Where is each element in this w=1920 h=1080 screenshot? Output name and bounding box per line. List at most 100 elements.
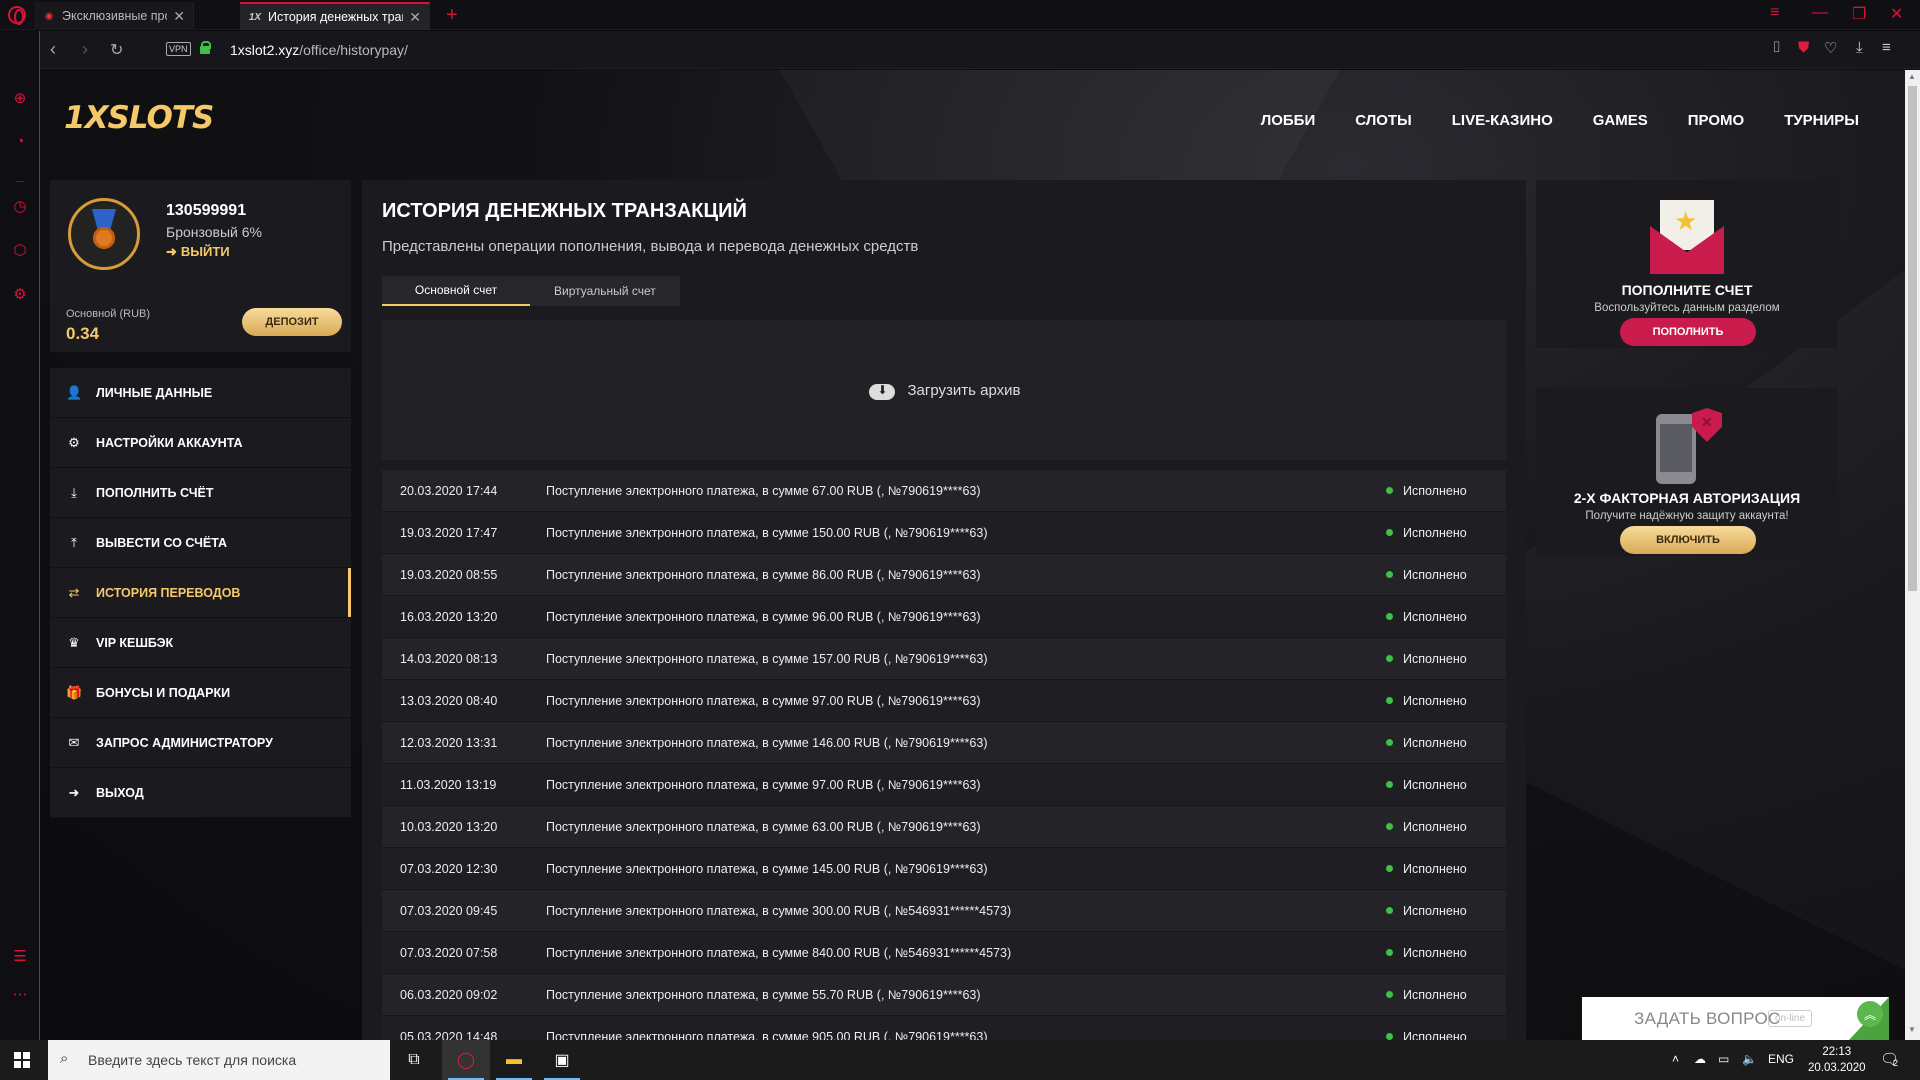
promo-2fa-text: Получите надёжную защиту аккаунта! [1585, 510, 1789, 522]
extensions-icon[interactable]: ⬡ [11, 241, 29, 259]
tx-status: Исполнено [1386, 946, 1506, 960]
tx-status: Исполнено [1386, 484, 1506, 498]
history-icon[interactable]: ◷ [11, 197, 29, 215]
tray-expand-icon[interactable]: ˄ [1672, 1052, 1679, 1066]
close-tab-icon[interactable]: ✕ [173, 8, 185, 25]
tx-description: Поступление электронного платежа, в сумм… [546, 483, 981, 498]
menu-item-account-settings[interactable]: ⚙ НАСТРОЙКИ АККАУНТА [50, 418, 351, 468]
menu-item-exit[interactable]: ➜ ВЫХОД [50, 768, 351, 818]
browser-tab-history[interactable]: 1X История денежных транз ✕ [240, 2, 430, 30]
menu-item-transfer-history[interactable]: ⇄ ИСТОРИЯ ПЕРЕВОДОВ [50, 568, 351, 618]
download-archive-area[interactable]: Загрузить архив [382, 320, 1506, 460]
tab-virtual-account[interactable]: Виртуальный счет [530, 276, 680, 306]
taskbar-search[interactable]: ⌕ Введите здесь текст для поиска [48, 1040, 390, 1080]
tx-description: Поступление электронного платежа, в сумм… [546, 735, 988, 750]
page-scrollbar[interactable]: ▲ ▼ [1905, 70, 1920, 1040]
nav-games[interactable]: GAMES [1593, 112, 1648, 129]
new-tab-icon[interactable]: + [446, 4, 458, 27]
nav-live-casino[interactable]: LIVE-КАЗИНО [1452, 112, 1553, 129]
file-explorer-icon[interactable]: ▬ [490, 1040, 538, 1080]
nav-slots[interactable]: СЛОТЫ [1355, 112, 1412, 129]
menu-item-label: ЗАПРОС АДМИНИСТРАТОРУ [96, 735, 273, 750]
site-header: 1XSLOTS ЛОББИ СЛОТЫ LIVE-КАЗИНО GAMES ПР… [40, 70, 1905, 170]
nav-tournaments[interactable]: ТУРНИРЫ [1784, 112, 1859, 129]
back-icon[interactable]: ‹ [50, 39, 56, 60]
tx-status: Исполнено [1386, 862, 1506, 876]
status-dot-icon [1386, 781, 1393, 788]
menu-item-withdraw[interactable]: ⤒ ВЫВЕСТИ СО СЧЁТА [50, 518, 351, 568]
url-field[interactable]: 1xslot2.xyz/office/historypay/ [230, 42, 408, 58]
web-page: 1XSLOTS ЛОББИ СЛОТЫ LIVE-КАЗИНО GAMES ПР… [40, 70, 1905, 1040]
tx-status: Исполнено [1386, 1030, 1506, 1040]
lock-icon[interactable] [200, 41, 211, 54]
more-icon[interactable]: ⋯ [11, 985, 29, 1003]
crown-icon: ♛ [68, 634, 80, 650]
gears-icon: ⚙ [68, 434, 80, 450]
nav-promo[interactable]: ПРОМО [1688, 112, 1744, 129]
volume-icon[interactable]: 🔈 [1742, 1052, 1757, 1066]
envelope-star-icon: ★ [1650, 200, 1724, 274]
heart-icon[interactable]: ♡ [1824, 39, 1837, 57]
menu-item-bonuses[interactable]: 🎁 БОНУСЫ И ПОДАРКИ [50, 668, 351, 718]
minimize-icon[interactable]: — [1812, 4, 1828, 22]
mail-icon: ✉ [68, 734, 80, 750]
tx-date: 12.03.2020 13:31 [400, 735, 498, 750]
taskbar-clock[interactable]: 22:13 20.03.2020 [1808, 1044, 1866, 1076]
language-indicator[interactable]: ENG [1768, 1052, 1794, 1066]
menu-item-vip-cashback[interactable]: ♛ VIP КЕШБЭК [50, 618, 351, 668]
chat-widget[interactable]: ЗАДАТЬ ВОПРОС on-line ︽ [1582, 997, 1889, 1040]
close-window-icon[interactable]: ✕ [1890, 4, 1903, 24]
restore-icon[interactable]: ❐ [1852, 4, 1866, 24]
nav-lobby[interactable]: ЛОББИ [1261, 112, 1316, 129]
close-tab-icon[interactable]: ✕ [409, 9, 421, 26]
scroll-up-icon[interactable]: ▲ [1908, 72, 1916, 81]
camera-icon[interactable]: ⌷ [1772, 39, 1781, 56]
browser-tab-promo[interactable]: ◉ Эксклюзивные промокод ✕ [34, 2, 194, 30]
onedrive-icon[interactable]: ☁ [1694, 1052, 1706, 1066]
status-dot-icon [1386, 865, 1393, 872]
menu-item-label: VIP КЕШБЭК [96, 635, 174, 650]
site-logo[interactable]: 1XSLOTS [64, 100, 214, 136]
menu-item-personal-data[interactable]: 👤 ЛИЧНЫЕ ДАННЫЕ [50, 368, 351, 418]
scroll-down-icon[interactable]: ▼ [1908, 1025, 1916, 1034]
opera-taskbar-icon[interactable]: ◯ [442, 1040, 490, 1080]
windows-start-icon[interactable] [14, 1052, 30, 1068]
opera-menu-icon[interactable] [8, 6, 26, 25]
network-icon[interactable]: ▭ [1718, 1052, 1729, 1066]
scroll-thumb[interactable] [1908, 86, 1917, 591]
speed-dial-icon[interactable]: ◔ [11, 133, 29, 151]
sidebar-panel-icon[interactable]: ☰ [11, 947, 29, 965]
gamepad-icon[interactable]: ⊕ [11, 89, 29, 107]
profile-card: 130599991 Бронзовый 6% ➜ ВЫЙТИ Основной (… [50, 180, 351, 352]
enable-2fa-button[interactable]: ВКЛЮЧИТЬ [1620, 526, 1756, 554]
forward-icon[interactable]: › [82, 39, 88, 60]
app-taskbar-icon[interactable]: ▣ [538, 1040, 586, 1080]
promo-2fa-title: 2-Х ФАКТОРНАЯ АВТОРИЗАЦИЯ [1573, 490, 1801, 506]
adblock-icon[interactable]: ⛊ [1798, 39, 1809, 56]
topup-button[interactable]: ПОПОЛНИТЬ [1620, 318, 1756, 346]
reload-icon[interactable]: ↻ [110, 40, 123, 60]
vpn-badge[interactable]: VPN [166, 42, 191, 56]
deposit-button[interactable]: ДЕПОЗИТ [242, 308, 342, 336]
chevron-up-icon[interactable]: ︽ [1857, 1001, 1883, 1027]
tab-menu-icon[interactable]: ≡ [1770, 4, 1779, 22]
settings-icon[interactable]: ⚙ [11, 285, 29, 303]
tx-description: Поступление электронного платежа, в сумм… [546, 861, 988, 876]
menu-item-label: ИСТОРИЯ ПЕРЕВОДОВ [96, 585, 241, 600]
menu-item-admin-request[interactable]: ✉ ЗАПРОС АДМИНИСТРАТОРУ [50, 718, 351, 768]
phone-shield-icon: ✕ [1656, 408, 1726, 488]
table-row: 07.03.2020 12:30 Поступление электронного… [382, 848, 1506, 890]
menu-item-deposit[interactable]: ⤓ ПОПОЛНИТЬ СЧЁТ [50, 468, 351, 518]
table-row: 11.03.2020 13:19 Поступление электронного… [382, 764, 1506, 806]
tab-main-account[interactable]: Основной счет [382, 276, 530, 306]
chat-status-badge: on-line [1768, 1010, 1813, 1027]
download-icon[interactable]: ⤓ [1856, 39, 1863, 56]
tx-status-label: Исполнено [1403, 903, 1467, 918]
tx-description: Поступление электронного платежа, в сумм… [546, 903, 1012, 918]
easy-setup-icon[interactable]: ≡ [1882, 39, 1891, 56]
task-view-icon[interactable]: ⧉ [390, 1040, 438, 1080]
page-title: ИСТОРИЯ ДЕНЕЖНЫХ ТРАНЗАКЦИЙ [382, 200, 747, 222]
tx-status-label: Исполнено [1403, 567, 1467, 582]
logout-link[interactable]: ➜ ВЫЙТИ [166, 244, 230, 260]
tx-date: 14.03.2020 08:13 [400, 651, 498, 666]
